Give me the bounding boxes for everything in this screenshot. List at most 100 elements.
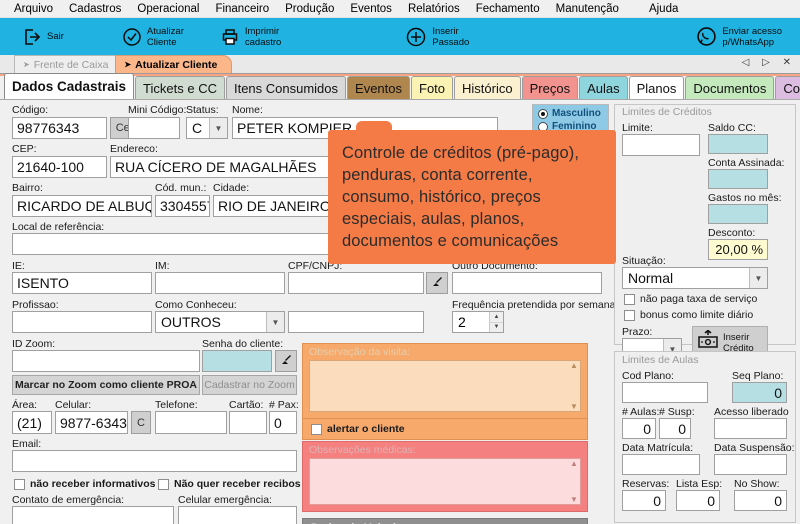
- gastos-no-mes-label: Gastos no mês:: [708, 192, 782, 204]
- atualizar-cliente-button[interactable]: Atualizar Cliente: [112, 18, 194, 55]
- chevron-down-icon: ▼: [749, 268, 767, 288]
- menu-item-arquivo[interactable]: Arquivo: [6, 3, 61, 15]
- menu-item-fechamento[interactable]: Fechamento: [468, 3, 548, 15]
- id-zoom-input[interactable]: [12, 350, 200, 372]
- profissao-input[interactable]: [12, 311, 152, 333]
- enviar-whatsapp-button[interactable]: Enviar acesso p/WhatsApp: [686, 18, 792, 55]
- alertar-cliente-checkbox[interactable]: alertar o cliente: [311, 423, 405, 435]
- exit-button[interactable]: Sair: [12, 18, 74, 55]
- reservas-input[interactable]: 0: [622, 490, 666, 511]
- stepper-up-icon[interactable]: ▲: [490, 312, 503, 323]
- chevron-down-icon: ▼: [209, 118, 227, 138]
- checkbox-box[interactable]: [624, 309, 635, 321]
- bairro-input[interactable]: RICARDO DE ALBUQUERQUE: [12, 195, 152, 217]
- nao-paga-taxa-checkbox[interactable]: não paga taxa de serviço: [624, 293, 757, 305]
- como-conheceu-extra-input[interactable]: [288, 311, 424, 333]
- menu-item-cadastros[interactable]: Cadastros: [61, 3, 129, 15]
- no-show-input[interactable]: 0: [734, 490, 787, 511]
- outro-documento-input[interactable]: [452, 272, 602, 294]
- senha-cliente-clear-button[interactable]: [275, 350, 297, 372]
- inserir-passado-button[interactable]: Inserir Passado: [395, 18, 479, 55]
- conta-assinada-input[interactable]: [708, 169, 768, 189]
- frequencia-stepper[interactable]: 2 ▲ ▼: [452, 311, 504, 333]
- menu-item-manutencao[interactable]: Manutenção: [548, 3, 627, 15]
- ie-input[interactable]: ISENTO: [12, 272, 152, 294]
- celular-input[interactable]: 9877-6343: [55, 411, 128, 434]
- celular-c-button[interactable]: C: [131, 411, 151, 434]
- tab-aulas[interactable]: Aulas: [579, 76, 628, 99]
- senha-cliente-input[interactable]: [202, 350, 272, 372]
- cpf-cnpj-input[interactable]: [288, 272, 424, 294]
- radio-button[interactable]: [538, 108, 548, 119]
- tab-label: Comunicações: [783, 80, 800, 96]
- data-matricula-input[interactable]: [622, 454, 700, 475]
- data-suspensao-input[interactable]: [714, 454, 787, 475]
- window-controls[interactable]: ◁ ▷ ✕: [742, 57, 796, 68]
- cpf-cnpj-clear-button[interactable]: [426, 272, 448, 294]
- num-susp-input[interactable]: 0: [659, 418, 691, 439]
- menu-item-producao[interactable]: Produção: [277, 3, 342, 15]
- menu-item-financeiro[interactable]: Financeiro: [207, 3, 277, 15]
- contato-emergencia-input[interactable]: [12, 506, 174, 524]
- tab-documentos[interactable]: Documentos: [685, 76, 775, 99]
- tab-historico[interactable]: Histórico: [454, 76, 521, 99]
- menu-item-operacional[interactable]: Operacional: [129, 3, 207, 15]
- checkbox-box[interactable]: [14, 478, 25, 490]
- situacao-select[interactable]: Normal ▼: [622, 267, 768, 289]
- checkbox-box[interactable]: [624, 293, 635, 305]
- menu-item-relatorios[interactable]: Relatórios: [400, 3, 468, 15]
- bonus-limite-diario-checkbox[interactable]: bonus como limite diário: [624, 309, 753, 321]
- tab-eventos[interactable]: Eventos: [347, 76, 411, 99]
- saldo-cc-input[interactable]: [708, 134, 768, 154]
- celular-emergencia-input[interactable]: [178, 506, 297, 524]
- application-window: Arquivo Cadastros Operacional Financeiro…: [0, 0, 800, 524]
- desconto-input[interactable]: 20,00 %: [708, 239, 768, 260]
- cartao-input[interactable]: [229, 411, 267, 434]
- checkbox-box[interactable]: [158, 478, 169, 490]
- nao-receber-informativos-checkbox[interactable]: não receber informativos: [14, 478, 155, 490]
- window-tab-frente-de-caixa[interactable]: ➤ Frente de Caixa: [14, 55, 124, 73]
- tab-itens-consumidos[interactable]: Itens Consumidos: [225, 76, 347, 99]
- local-referencia-label: Local de referência:: [12, 221, 105, 233]
- telefone-input[interactable]: [155, 411, 227, 434]
- tab-foto[interactable]: Foto: [411, 76, 454, 99]
- cod-mun-input[interactable]: 3304557: [155, 195, 210, 217]
- limite-input[interactable]: [622, 134, 700, 156]
- menu-item-ajuda[interactable]: Ajuda: [641, 3, 686, 15]
- acesso-liberado-input[interactable]: [714, 418, 787, 439]
- radio-masculino[interactable]: Masculino: [538, 108, 608, 119]
- cadastrar-zoom-button[interactable]: Cadastrar no Zoom: [202, 375, 297, 395]
- mini-codigo-input[interactable]: [128, 117, 180, 139]
- window-tab-atualizar-cliente[interactable]: ➤ Atualizar Cliente: [115, 55, 233, 73]
- checkbox-box[interactable]: [311, 423, 322, 435]
- como-conheceu-select[interactable]: OUTROS ▼: [155, 311, 285, 333]
- seq-plano-input[interactable]: 0: [732, 382, 787, 403]
- menu-item-eventos[interactable]: Eventos: [342, 3, 400, 15]
- cep-input[interactable]: 21640-100: [12, 156, 107, 178]
- im-input[interactable]: [155, 272, 285, 294]
- pax-input[interactable]: 0: [269, 411, 297, 434]
- nao-quer-recibos-label: Não quer receber recibos: [174, 478, 301, 490]
- chevron-down-icon: ▼: [266, 312, 284, 332]
- masculino-label: Masculino: [552, 108, 601, 119]
- lista-esp-input[interactable]: 0: [676, 490, 720, 511]
- tab-comunicacoes[interactable]: Comunicações: [775, 76, 800, 99]
- tab-precos[interactable]: Preços: [521, 76, 579, 99]
- area-input[interactable]: (21): [12, 411, 52, 434]
- marcar-zoom-button[interactable]: Marcar no Zoom como cliente PROA: [12, 375, 200, 395]
- tab-dados-cadastrais[interactable]: Dados Cadastrais: [4, 73, 135, 99]
- gastos-no-mes-input[interactable]: [708, 204, 768, 224]
- email-input[interactable]: [12, 450, 297, 472]
- num-aulas-input[interactable]: 0: [622, 418, 656, 439]
- tab-planos[interactable]: Planos: [628, 76, 685, 99]
- tab-tickets-e-cc[interactable]: Tickets e CC: [135, 76, 225, 99]
- nao-quer-recibos-checkbox[interactable]: Não quer receber recibos: [158, 478, 301, 490]
- stepper-down-icon[interactable]: ▼: [490, 322, 503, 332]
- status-select[interactable]: C ▼: [186, 117, 228, 139]
- whatsapp-label-line2: p/WhatsApp: [722, 36, 775, 48]
- stepper-arrows[interactable]: ▲ ▼: [489, 312, 503, 332]
- chevron-right-icon: ➤: [124, 60, 132, 69]
- imprimir-cadastro-button[interactable]: Imprimir cadastro: [210, 18, 291, 55]
- codigo-input[interactable]: 98776343: [12, 117, 107, 139]
- cod-plano-input[interactable]: [622, 382, 708, 403]
